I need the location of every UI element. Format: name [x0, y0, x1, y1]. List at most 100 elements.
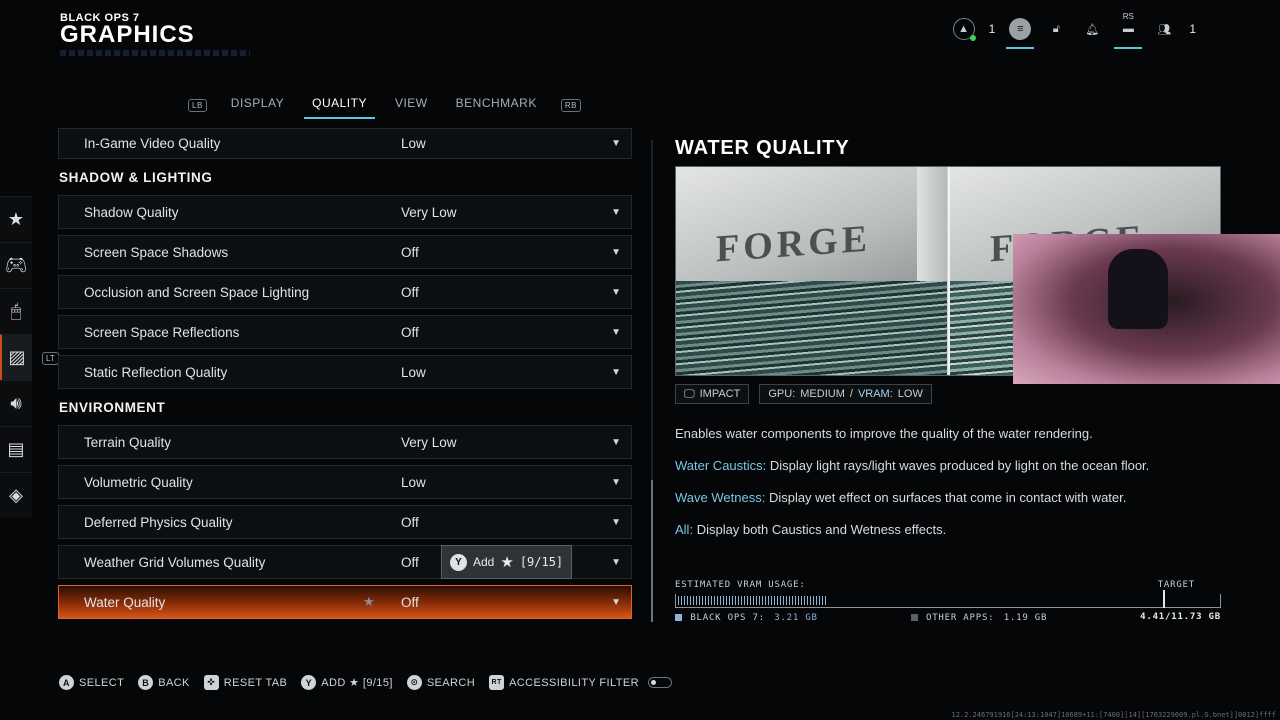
build-version-string: 12.2.246791916[24:13:1047]10689+11:[7400…: [951, 711, 1276, 719]
settings-scroll-thumb[interactable]: [651, 480, 653, 622]
setting-row-volumetric-quality[interactable]: Volumetric Quality Low ▼: [58, 465, 632, 499]
impact-badge: 🖵︎ IMPACT: [675, 384, 750, 404]
rb-bumper-icon[interactable]: RB: [560, 98, 581, 112]
setting-row-water-quality[interactable]: Water Quality ★ Off ▼: [58, 585, 632, 619]
setting-row-occlusion-lighting[interactable]: Occlusion and Screen Space Lighting Off …: [58, 275, 632, 309]
rs-icon[interactable]: RS ▬: [1114, 12, 1143, 49]
vram-usage-panel: ESTIMATED VRAM USAGE: TARGET BLACK OPS 7…: [675, 580, 1221, 623]
chevron-down-icon: ▼: [611, 556, 621, 568]
hint-accessibility-filter[interactable]: RT ACCESSIBILITY FILTER: [489, 675, 672, 690]
party-count: 1: [1189, 22, 1196, 36]
sidebar-item-interface[interactable]: ▤: [0, 426, 32, 472]
setting-row-terrain-quality[interactable]: Terrain Quality Very Low ▼: [58, 425, 632, 459]
chevron-down-icon: ▼: [611, 596, 621, 608]
setting-value: Very Low: [401, 434, 457, 450]
tab-display[interactable]: DISPLAY: [227, 94, 288, 116]
setting-label: Water Quality: [84, 594, 166, 610]
star-icon: ★: [7, 209, 25, 229]
game-legend-swatch: [675, 614, 682, 622]
setting-label: In-Game Video Quality: [84, 136, 221, 151]
setting-row-static-reflection-quality[interactable]: Static Reflection Quality Low ▼: [58, 355, 632, 389]
webcam-chair: [1108, 249, 1168, 329]
setting-value: Very Low: [401, 204, 457, 220]
description-intro: Enables water components to improve the …: [675, 426, 1093, 441]
accessibility-filter-toggle[interactable]: [647, 677, 672, 688]
sidebar-item-graphics[interactable]: ▨: [0, 334, 32, 380]
vram-legend: BLACK OPS 7: 3.21 GB OTHER APPS: 1.19 GB…: [675, 612, 1221, 623]
vram-target-marker: [1163, 590, 1165, 608]
friends-count: 1: [988, 22, 996, 36]
setting-row-screen-space-shadows[interactable]: Screen Space Shadows Off ▼: [58, 235, 632, 269]
chevron-down-icon: ▼: [611, 138, 621, 149]
graphics-icon: ▨: [8, 347, 26, 367]
bell-icon[interactable]: 🔔︎: [1081, 18, 1103, 40]
logo-decoration: [60, 50, 250, 56]
favorite-star-icon[interactable]: ★: [363, 594, 375, 610]
hint-search[interactable]: ⊙ SEARCH: [406, 675, 475, 690]
description-option: All: Display both Caustics and Wetness e…: [675, 522, 947, 537]
setting-label: Screen Space Reflections: [84, 324, 240, 340]
search-button-icon: ⊙: [406, 675, 422, 690]
setting-value: Off: [401, 554, 419, 570]
a-button-icon: A: [59, 675, 74, 690]
network-icon: ◈: [9, 485, 23, 505]
add-favorite-tooltip[interactable]: Y Add ★ [9/15]: [441, 545, 572, 579]
setting-label: Deferred Physics Quality: [84, 514, 233, 530]
tab-quality[interactable]: QUALITY: [304, 94, 375, 119]
sidebar-item-audio[interactable]: 🔊︎: [0, 380, 32, 426]
settings-category-sidebar: ★ 🎮︎ 🖱︎ ▨ 🔊︎ ▤ ◈: [0, 196, 32, 518]
other-vram-value: 1.19 GB: [1003, 613, 1048, 623]
chevron-down-icon: ▼: [611, 206, 621, 218]
monitor-icon: 🖵︎: [684, 387, 695, 400]
setting-value: Off: [401, 244, 419, 260]
chevron-down-icon: ▼: [611, 326, 621, 338]
menu-icon[interactable]: ≡: [1006, 18, 1035, 49]
sidebar-item-favorites[interactable]: ★: [0, 196, 32, 242]
gamepad-icon: 🎮︎: [4, 255, 28, 275]
chevron-down-icon: ▼: [611, 516, 621, 528]
chevron-down-icon: ▼: [611, 436, 621, 448]
setting-value: Off: [401, 284, 419, 300]
description-option: Water Caustics: Display light rays/light…: [675, 458, 1150, 473]
friends-icon[interactable]: ▲: [952, 18, 976, 41]
setting-row-shadow-quality[interactable]: Shadow Quality Very Low ▼: [58, 195, 632, 229]
setting-value: Off: [401, 514, 419, 530]
setting-row-in-game-video-quality[interactable]: In-Game Video Quality Low ▼: [58, 128, 632, 159]
settings-tabs: LB DISPLAY QUALITY VIEW BENCHMARK RB: [188, 94, 581, 119]
party-icon[interactable]: 👥︎: [1153, 18, 1175, 40]
hint-select[interactable]: A SELECT: [59, 675, 124, 690]
setting-value: Off: [401, 324, 419, 340]
hint-add[interactable]: Y ADD ★ [9/15]: [301, 675, 393, 690]
dpad-icon: ✜: [203, 675, 219, 690]
game-logo: BLACK OPS 7 GRAPHICS: [60, 12, 250, 56]
tab-benchmark[interactable]: BENCHMARK: [452, 94, 541, 116]
top-status-bar: ▲ 1 ≡ 🔓︎ 🔔︎ RS ▬ 👥︎ 1: [952, 12, 1196, 49]
lock-icon[interactable]: 🔓︎: [1045, 18, 1067, 40]
favorite-count: [9/15]: [519, 555, 564, 569]
sidebar-item-mouse[interactable]: 🖱︎: [0, 288, 32, 334]
section-title: ENVIRONMENT: [59, 400, 166, 415]
description-option: Wave Wetness: Display wet effect on surf…: [675, 490, 1127, 505]
chevron-down-icon: ▼: [611, 246, 621, 258]
vram-game-fill: [678, 596, 827, 605]
hint-back[interactable]: B BACK: [138, 675, 190, 690]
speaker-icon: 🔊︎: [10, 393, 22, 413]
setting-value: Low: [401, 364, 426, 380]
vram-target-label: TARGET: [1157, 580, 1195, 590]
preview-left: FORGE: [676, 167, 947, 375]
online-status-dot: [969, 35, 976, 41]
setting-label: Weather Grid Volumes Quality: [84, 554, 266, 570]
lb-bumper-icon[interactable]: LB: [188, 98, 207, 112]
rt-trigger-icon: RT: [489, 675, 505, 690]
sidebar-item-network[interactable]: ◈: [0, 472, 32, 518]
hint-reset-tab[interactable]: ✜ RESET TAB: [203, 675, 288, 690]
section-title: SHADOW & LIGHTING: [59, 170, 213, 185]
chevron-down-icon: ▼: [611, 366, 621, 378]
tab-view[interactable]: VIEW: [391, 94, 432, 116]
chevron-down-icon: ▼: [611, 476, 621, 488]
setting-row-screen-space-reflections[interactable]: Screen Space Reflections Off ▼: [58, 315, 632, 349]
setting-row-deferred-physics-quality[interactable]: Deferred Physics Quality Off ▼: [58, 505, 632, 539]
setting-label: Shadow Quality: [84, 204, 179, 220]
setting-label: Volumetric Quality: [84, 474, 193, 490]
sidebar-item-controller[interactable]: 🎮︎: [0, 242, 32, 288]
